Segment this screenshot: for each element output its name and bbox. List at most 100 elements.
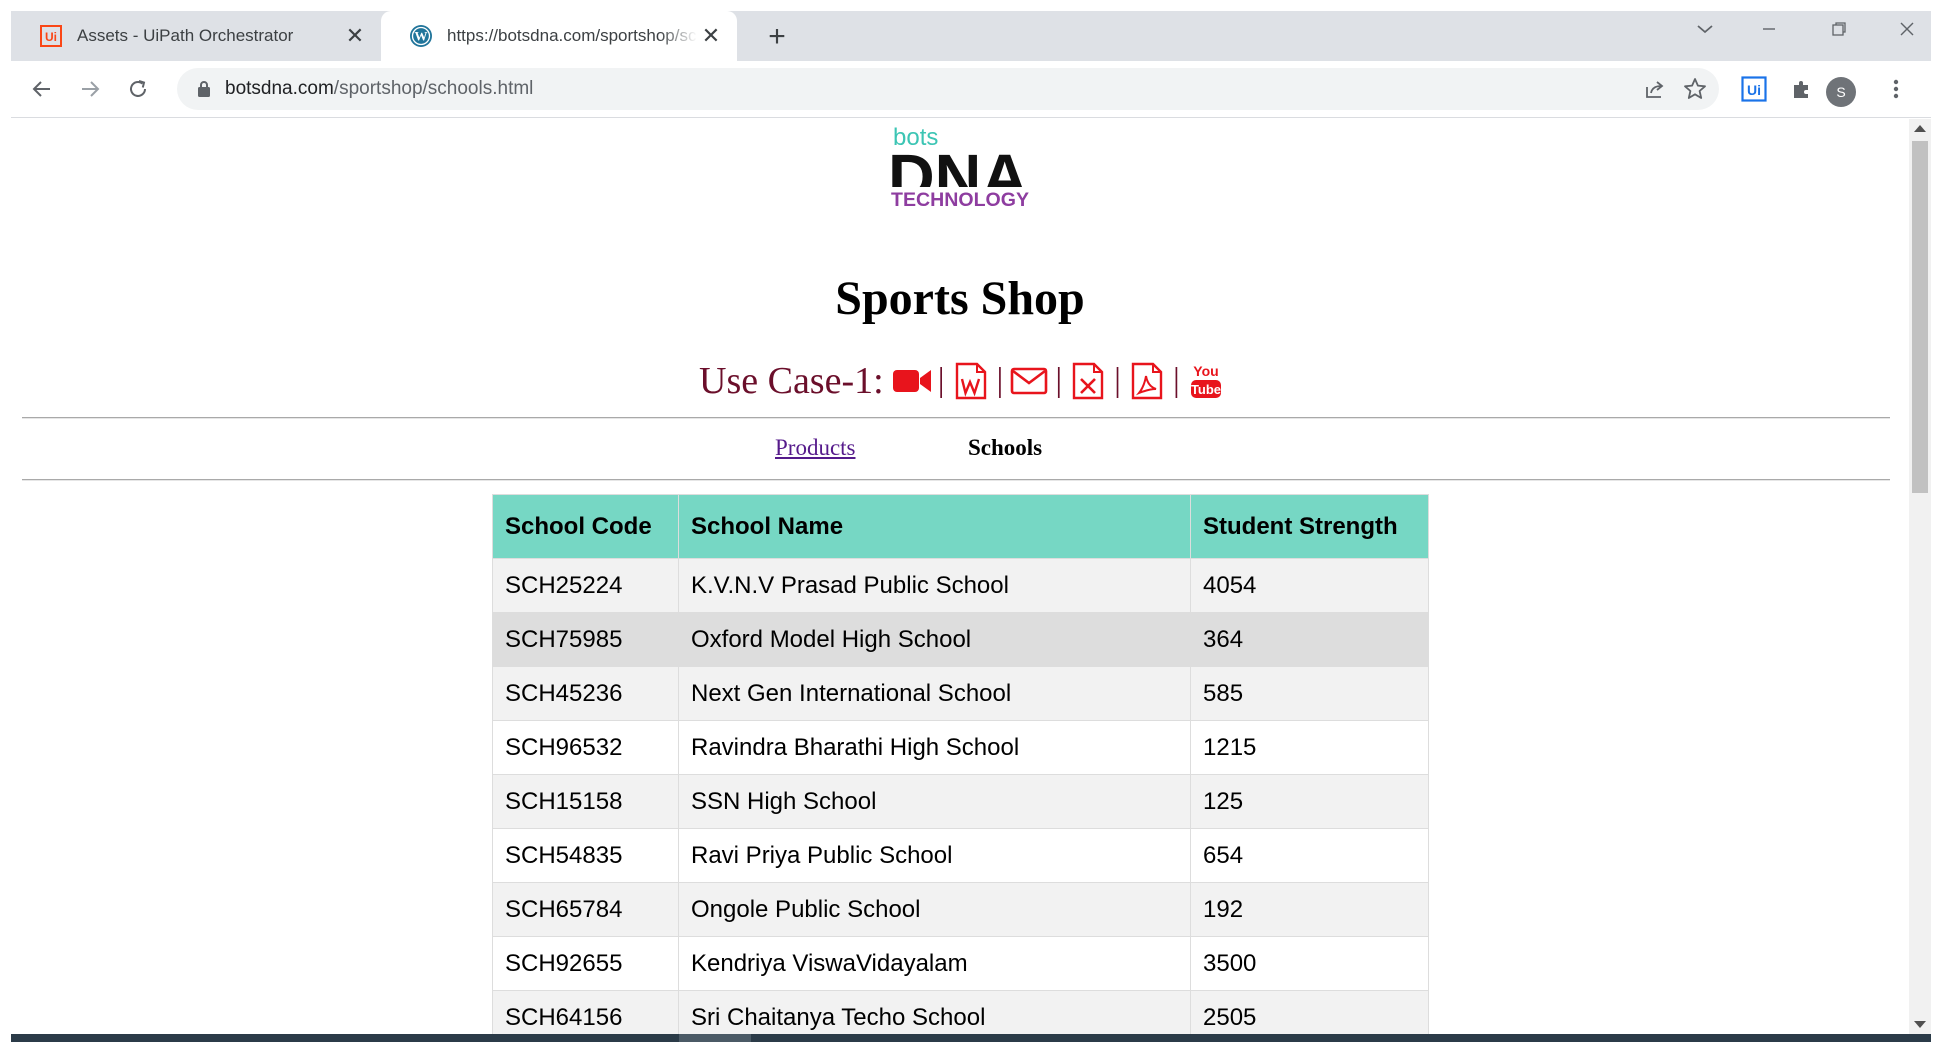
- page-title: Sports Shop: [835, 272, 1085, 325]
- school-name-cell: Oxford Model High School: [678, 612, 1191, 667]
- tab-search-chevron-icon[interactable]: [1673, 11, 1737, 47]
- school-code-cell: SCH65784: [492, 882, 679, 937]
- school-code-cell: SCH64156: [492, 990, 679, 1034]
- table-row: SCH65784 Ongole Public School 192: [492, 882, 1429, 937]
- schools-table: School Code School Name Student Strength…: [492, 494, 1429, 1034]
- column-header-school-name: School Name: [678, 494, 1191, 559]
- word-document-icon[interactable]: [951, 359, 991, 403]
- student-strength-cell: 125: [1190, 774, 1429, 829]
- svg-text:Ui: Ui: [1747, 82, 1761, 98]
- page-viewport: bots DNA TECHNOLOGY Sports Shop Use Case…: [11, 119, 1931, 1034]
- svg-text:TECHNOLOGY: TECHNOLOGY: [891, 190, 1029, 211]
- svg-text:W: W: [415, 29, 428, 44]
- divider-bottom: [22, 479, 1890, 481]
- url-host: botsdna.com: [225, 78, 334, 99]
- reload-button[interactable]: [119, 70, 157, 108]
- column-header-student-strength: Student Strength: [1190, 494, 1429, 559]
- uipath-icon: Ui: [39, 24, 63, 48]
- student-strength-cell: 4054: [1190, 558, 1429, 613]
- lock-icon[interactable]: [197, 80, 211, 103]
- browser-toolbar: botsdna.com/sportshop/schools.html Ui S: [11, 61, 1931, 118]
- svg-text:bots: bots: [893, 124, 938, 151]
- separator: |: [1114, 362, 1121, 399]
- svg-text:Ui: Ui: [45, 30, 57, 44]
- school-name-cell: Ongole Public School: [678, 882, 1191, 937]
- tab-title: https://botsdna.com/sportshop/schools.ht…: [447, 26, 697, 45]
- student-strength-cell: 1215: [1190, 720, 1429, 775]
- close-tab-icon[interactable]: ✕: [341, 22, 369, 50]
- divider-top: [22, 417, 1890, 419]
- browser-window: Ui Assets - UiPath Orchestrator ✕ W http…: [11, 11, 1931, 1042]
- separator: |: [996, 362, 1004, 399]
- profile-avatar[interactable]: S: [1826, 77, 1856, 107]
- svg-text:You: You: [1193, 363, 1218, 379]
- table-row: SCH96532 Ravindra Bharathi High School 1…: [492, 720, 1429, 775]
- close-window-button[interactable]: [1875, 11, 1939, 47]
- pdf-document-icon[interactable]: [1127, 359, 1167, 403]
- botsdna-logo: bots DNA TECHNOLOGY: [888, 124, 1029, 211]
- table-row: SCH54835 Ravi Priya Public School 654: [492, 828, 1429, 883]
- share-icon[interactable]: [1643, 77, 1667, 101]
- scroll-down-arrow-icon[interactable]: [1914, 1021, 1926, 1028]
- minimize-button[interactable]: [1737, 11, 1801, 47]
- school-name-cell: SSN High School: [678, 774, 1191, 829]
- school-name-cell: Ravindra Bharathi High School: [678, 720, 1191, 775]
- separator: |: [937, 362, 945, 399]
- table-row: SCH92655 Kendriya ViswaVidayalam 3500: [492, 936, 1429, 991]
- close-tab-icon[interactable]: ✕: [697, 22, 725, 50]
- svg-text:Tube: Tube: [1191, 382, 1221, 397]
- forward-button[interactable]: [71, 70, 109, 108]
- tab-uipath-orchestrator[interactable]: Ui Assets - UiPath Orchestrator ✕: [11, 11, 381, 61]
- student-strength-cell: 3500: [1190, 936, 1429, 991]
- school-code-cell: SCH75985: [492, 612, 679, 667]
- school-name-cell: Ravi Priya Public School: [678, 828, 1191, 883]
- school-code-cell: SCH54835: [492, 828, 679, 883]
- tab-botsdna-schools[interactable]: W https://botsdna.com/sportshop/schools.…: [381, 11, 737, 61]
- school-name-cell: Sri Chaitanya Techo School: [678, 990, 1191, 1034]
- youtube-icon[interactable]: You Tube: [1186, 359, 1226, 403]
- scrollbar-thumb[interactable]: [1912, 141, 1928, 493]
- use-case-row: Use Case-1: | | | | | You Tube: [699, 355, 1226, 407]
- student-strength-cell: 364: [1190, 612, 1429, 667]
- table-row: SCH15158 SSN High School 125: [492, 774, 1429, 829]
- table-row: SCH25224 K.V.N.V Prasad Public School 40…: [492, 558, 1429, 613]
- student-strength-cell: 2505: [1190, 990, 1429, 1034]
- restore-button[interactable]: [1807, 11, 1871, 47]
- school-code-cell: SCH45236: [492, 666, 679, 721]
- back-button[interactable]: [23, 70, 61, 108]
- nav-link-products[interactable]: Products: [775, 435, 856, 461]
- table-header-row: School Code School Name Student Strength: [492, 494, 1429, 559]
- video-camera-icon[interactable]: [892, 359, 932, 403]
- school-code-cell: SCH25224: [492, 558, 679, 613]
- wordpress-icon: W: [409, 24, 433, 48]
- student-strength-cell: 585: [1190, 666, 1429, 721]
- url-path: /sportshop/schools.html: [333, 78, 534, 99]
- menu-kebab-icon[interactable]: [1881, 74, 1911, 104]
- url-text[interactable]: botsdna.com/sportshop/schools.html: [225, 78, 533, 100]
- excel-document-icon[interactable]: [1068, 359, 1108, 403]
- table-row: SCH64156 Sri Chaitanya Techo School 2505: [492, 990, 1429, 1034]
- extensions-puzzle-icon[interactable]: [1787, 74, 1817, 104]
- tab-title: Assets - UiPath Orchestrator: [77, 26, 294, 45]
- taskbar-strip: [11, 1034, 1931, 1042]
- use-case-label: Use Case-1:: [699, 360, 884, 402]
- table-row: SCH45236 Next Gen International School 5…: [492, 666, 1429, 721]
- school-name-cell: Next Gen International School: [678, 666, 1191, 721]
- nav-current-schools: Schools: [968, 435, 1043, 460]
- student-strength-cell: 654: [1190, 828, 1429, 883]
- school-name-cell: K.V.N.V Prasad Public School: [678, 558, 1191, 613]
- school-name-cell: Kendriya ViswaVidayalam: [678, 936, 1191, 991]
- student-strength-cell: 192: [1190, 882, 1429, 937]
- separator: |: [1172, 362, 1180, 399]
- uipath-extension-icon[interactable]: Ui: [1739, 74, 1769, 104]
- address-bar[interactable]: botsdna.com/sportshop/schools.html: [177, 68, 1719, 110]
- tab-strip: Ui Assets - UiPath Orchestrator ✕ W http…: [11, 11, 1931, 61]
- vertical-scrollbar[interactable]: [1909, 119, 1931, 1034]
- table-row: SCH75985 Oxford Model High School 364: [492, 612, 1429, 667]
- taskbar-highlight: [679, 1034, 751, 1042]
- new-tab-button[interactable]: +: [759, 19, 795, 55]
- school-code-cell: SCH96532: [492, 720, 679, 775]
- bookmark-star-icon[interactable]: [1683, 77, 1707, 101]
- scroll-up-arrow-icon[interactable]: [1914, 125, 1926, 132]
- envelope-icon[interactable]: [1009, 359, 1049, 403]
